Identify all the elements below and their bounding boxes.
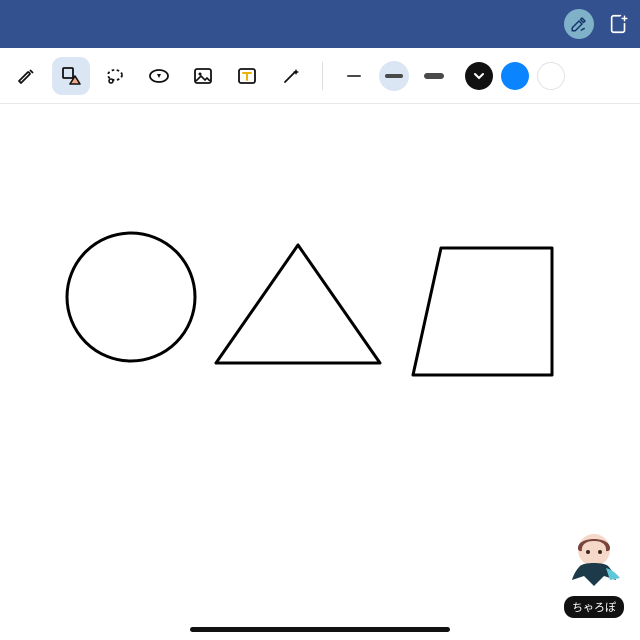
stroke-thin[interactable] bbox=[339, 61, 369, 91]
stamp-icon bbox=[147, 64, 171, 88]
stroke-medium[interactable] bbox=[379, 61, 409, 91]
text-tool[interactable] bbox=[228, 57, 266, 95]
marker-tool[interactable] bbox=[8, 57, 46, 95]
drawn-triangle bbox=[216, 245, 380, 363]
shape-icon bbox=[59, 64, 83, 88]
color-white[interactable] bbox=[537, 62, 565, 90]
toolbar bbox=[0, 48, 640, 104]
lasso-icon bbox=[103, 64, 127, 88]
toolbar-divider bbox=[322, 62, 323, 90]
stroke-width-group bbox=[339, 61, 449, 91]
text-icon bbox=[235, 64, 259, 88]
color-picker-button[interactable] bbox=[465, 62, 493, 90]
pen-icon bbox=[570, 15, 588, 33]
app-root: ちゃろぽ bbox=[0, 0, 640, 640]
color-blue[interactable] bbox=[501, 62, 529, 90]
image-icon bbox=[191, 64, 215, 88]
avatar bbox=[562, 528, 626, 592]
wand-icon bbox=[279, 64, 303, 88]
avatar-label: ちゃろぽ bbox=[564, 596, 624, 618]
adjust-tool[interactable] bbox=[272, 57, 310, 95]
stroke-thick[interactable] bbox=[419, 61, 449, 91]
stroke-line-medium bbox=[385, 74, 403, 78]
pen-mode-button[interactable] bbox=[564, 9, 594, 39]
stroke-line-thin bbox=[347, 75, 361, 77]
image-tool[interactable] bbox=[184, 57, 222, 95]
home-indicator bbox=[190, 627, 450, 632]
lasso-tool[interactable] bbox=[96, 57, 134, 95]
color-group bbox=[465, 62, 565, 90]
shape-tool[interactable] bbox=[52, 57, 90, 95]
avatar-icon bbox=[562, 528, 626, 592]
drawn-trapezoid bbox=[413, 248, 552, 375]
titlebar bbox=[0, 0, 640, 48]
add-page-icon bbox=[608, 13, 630, 35]
avatar-badge: ちゃろぽ bbox=[562, 528, 626, 618]
stamp-tool[interactable] bbox=[140, 57, 178, 95]
canvas[interactable]: ちゃろぽ bbox=[0, 104, 640, 640]
drawn-circle bbox=[67, 233, 195, 361]
stroke-line-thick bbox=[424, 73, 444, 79]
canvas-svg bbox=[0, 104, 640, 640]
add-page-button[interactable] bbox=[606, 11, 632, 37]
marker-icon bbox=[15, 64, 39, 88]
chevron-down-icon bbox=[473, 70, 485, 82]
